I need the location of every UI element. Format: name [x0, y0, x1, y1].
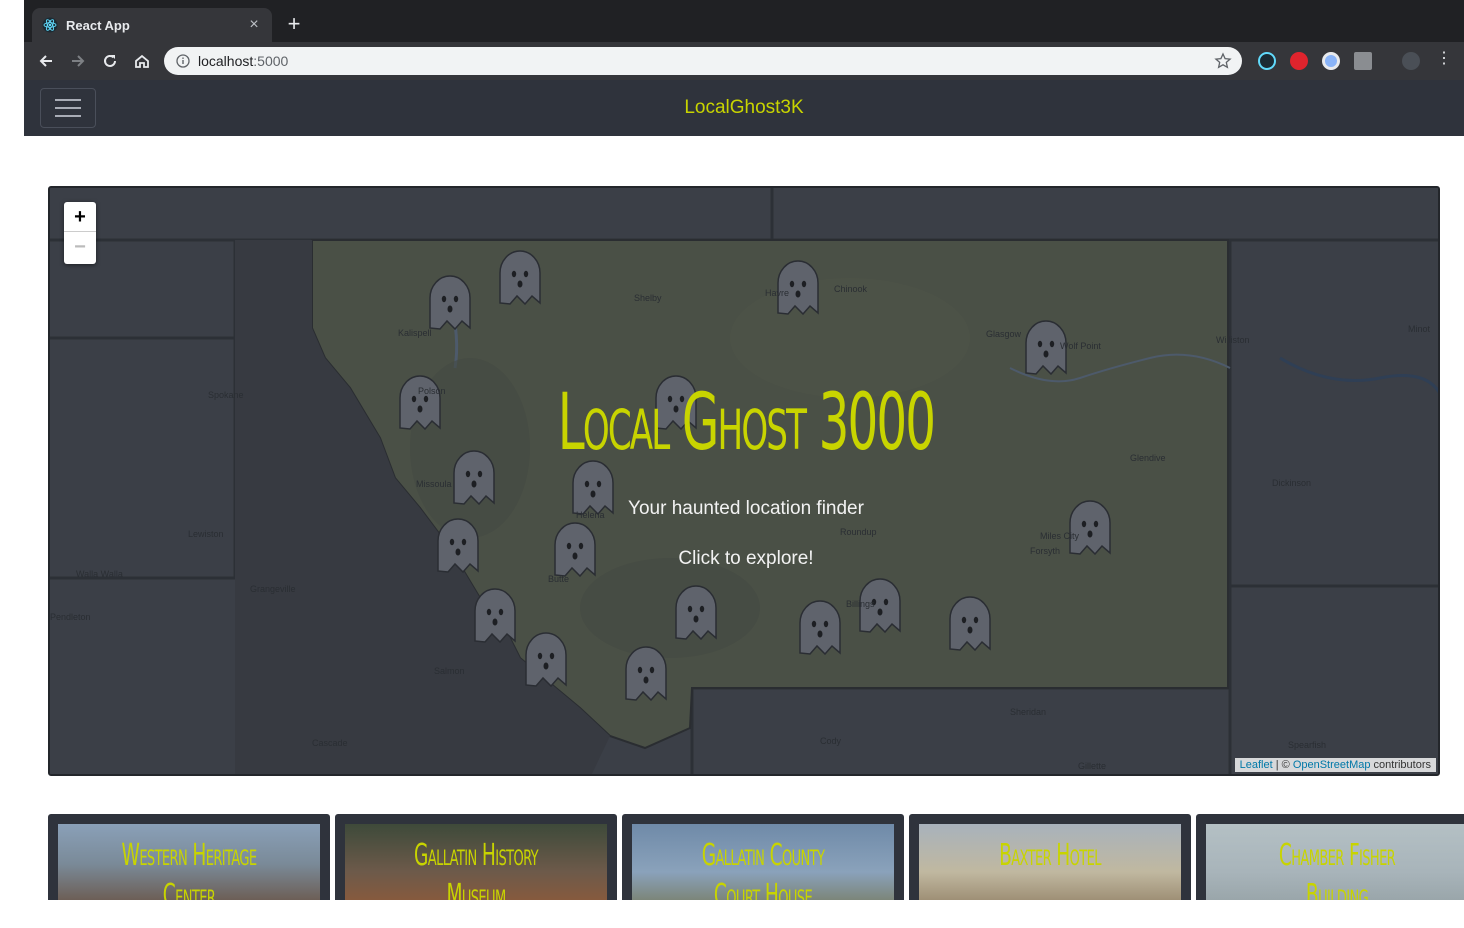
ghost-marker[interactable] — [799, 600, 841, 655]
city-label: Havre — [765, 288, 790, 298]
zoom-control: + − — [64, 202, 96, 264]
browser-chrome: React App × + localhost:5000 ⋮ — [24, 0, 1464, 80]
card-title: Baxter Hotel — [999, 838, 1101, 873]
bookmark-star-icon[interactable] — [1214, 52, 1232, 70]
location-card[interactable]: Western Heritage Center — [48, 814, 330, 900]
city-label: Chinook — [834, 284, 868, 294]
hero-title: Local Ghost 3000 — [557, 378, 936, 468]
browser-tab[interactable]: React App × — [32, 8, 272, 42]
info-icon[interactable] — [176, 54, 190, 68]
card-title: Gallatin County Court House — [701, 838, 825, 900]
kebab-menu-icon[interactable]: ⋮ — [1436, 50, 1452, 68]
city-label: Salmon — [434, 666, 465, 676]
ghost-marker[interactable] — [429, 275, 471, 330]
city-label: Sheridan — [1010, 707, 1047, 717]
url-host: localhost — [198, 53, 254, 69]
city-label: Glasgow — [986, 329, 1022, 339]
ghost-marker[interactable] — [525, 632, 567, 687]
city-label: Dickinson — [1272, 478, 1312, 488]
city-label: Spokane — [208, 390, 244, 400]
city-label: Butte — [548, 574, 570, 584]
map-attribution: Leaflet | © OpenStreetMap contributors — [1234, 758, 1436, 772]
ghost-marker[interactable] — [675, 585, 717, 640]
ghost-marker[interactable] — [474, 588, 516, 643]
tab-strip: React App × + — [24, 0, 1464, 42]
city-label: Spearfish — [1288, 740, 1327, 750]
city-label: Cascade — [312, 738, 348, 748]
url-port: :5000 — [253, 53, 289, 69]
profile-avatar[interactable] — [1402, 52, 1420, 70]
city-label: Shelby — [634, 293, 662, 303]
city-label: Miles City — [1040, 531, 1080, 541]
attribution-tail: contributors — [1370, 759, 1431, 771]
location-card[interactable]: Baxter Hotel — [909, 814, 1191, 900]
navbar-brand[interactable]: LocalGhost3K — [24, 97, 1464, 119]
location-card[interactable]: Chamber Fisher Building — [1196, 814, 1464, 900]
ghost-marker[interactable] — [499, 250, 541, 305]
leaflet-link[interactable]: Leaflet — [1240, 759, 1273, 771]
app-navbar: LocalGhost3K — [24, 80, 1464, 136]
location-cards: Western Heritage Center Gallatin History… — [48, 814, 1464, 900]
page-left-gutter — [0, 0, 24, 928]
location-card[interactable]: Gallatin County Court House — [622, 814, 904, 900]
address-bar[interactable]: localhost:5000 — [164, 47, 1242, 75]
hero-subtitle: Your haunted location finder — [628, 498, 864, 519]
city-label: Walla Walla — [76, 569, 123, 579]
map-container[interactable]: Kalispell Shelby Havre Chinook Glasgow W… — [48, 186, 1440, 776]
city-label: Minot — [1408, 324, 1431, 334]
forward-icon[interactable] — [66, 49, 90, 73]
card-title: Gallatin History Museum — [413, 838, 539, 900]
city-label: Pendleton — [50, 612, 91, 622]
ghost-marker[interactable] — [949, 596, 991, 651]
zoom-out-button[interactable]: − — [64, 232, 96, 262]
city-label: Cody — [820, 736, 842, 746]
attribution-separator: | © — [1272, 759, 1293, 771]
city-label: Kalispell — [398, 328, 432, 338]
zoom-in-button[interactable]: + — [64, 202, 96, 232]
react-icon — [42, 17, 58, 33]
city-label: Lewiston — [188, 529, 224, 539]
new-tab-button[interactable]: + — [282, 12, 306, 36]
ghost-markers-layer — [399, 250, 1111, 701]
osm-link[interactable]: OpenStreetMap — [1293, 759, 1371, 771]
city-label: Billings — [846, 599, 875, 609]
ghost-marker[interactable] — [625, 646, 667, 701]
tab-close-icon[interactable]: × — [246, 16, 262, 34]
react-devtools-icon[interactable] — [1258, 52, 1276, 70]
city-label: Williston — [1216, 335, 1250, 345]
location-card[interactable]: Gallatin History Museum — [335, 814, 617, 900]
city-label: Roundup — [840, 527, 877, 537]
browser-toolbar: localhost:5000 ⋮ — [24, 42, 1464, 80]
extension-circle-icon[interactable] — [1322, 52, 1340, 70]
city-label: Missoula — [416, 479, 452, 489]
reload-icon[interactable] — [98, 49, 122, 73]
city-label: Gillette — [1078, 761, 1107, 771]
adblock-icon[interactable] — [1290, 52, 1308, 70]
explore-link[interactable]: Click to explore! — [50, 548, 1438, 570]
extension-square-icon[interactable] — [1354, 52, 1372, 70]
back-icon[interactable] — [34, 49, 58, 73]
city-label: Grangeville — [250, 584, 296, 594]
tab-title: React App — [66, 17, 130, 33]
home-icon[interactable] — [130, 49, 154, 73]
city-label: Wolf Point — [1060, 341, 1101, 351]
card-title: Chamber Fisher Building — [1278, 838, 1396, 900]
card-title: Western Heritage Center — [121, 838, 257, 900]
